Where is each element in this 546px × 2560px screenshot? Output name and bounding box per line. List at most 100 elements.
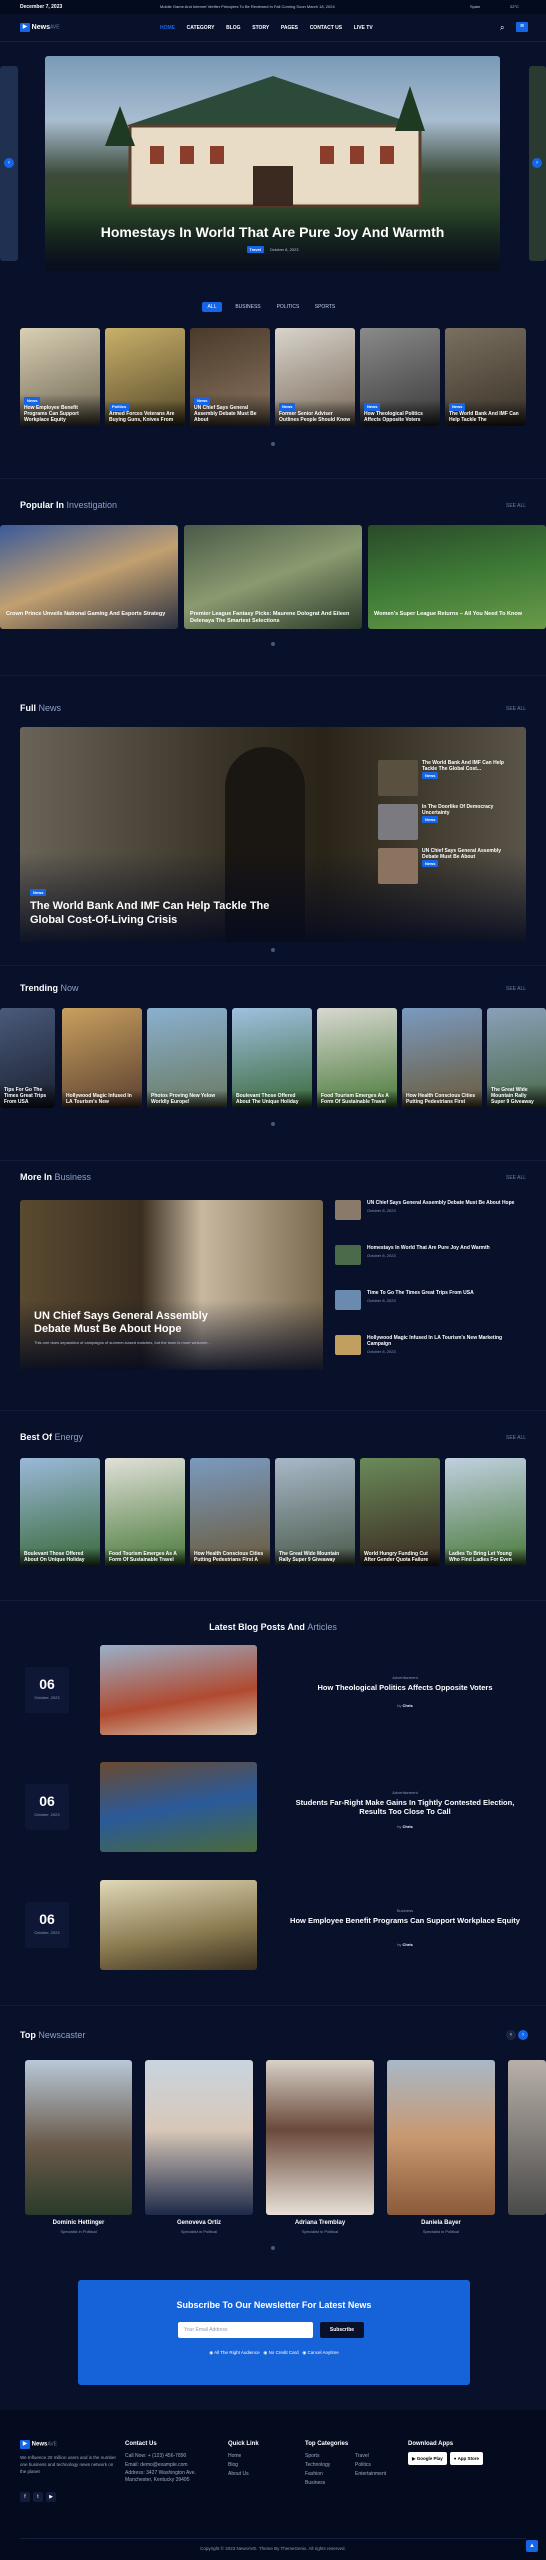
blog-post-title[interactable]: How Theological Politics Affects Opposit… [290, 1683, 520, 1692]
hero-category-badge[interactable]: Travel [246, 246, 265, 253]
google-play-button[interactable]: ▶ Google Play [408, 2452, 447, 2465]
blog-post-2[interactable]: 06 October, 2023 Advertisement Students … [20, 1762, 526, 1862]
news-ticker[interactable]: Mobile Game And Internet Verifier Princi… [160, 4, 335, 9]
card-3[interactable]: News UN Chief Says General Assembly Debat… [190, 328, 270, 426]
footer-link[interactable]: Blog [228, 2461, 259, 2470]
tab-business[interactable]: BUSINESS [230, 302, 266, 312]
card-badge[interactable]: News [364, 403, 381, 411]
card-5[interactable]: News How Theological Politics Affects Opp… [360, 328, 440, 426]
footer-link[interactable]: Politics [355, 2461, 386, 2470]
card-1[interactable]: News How Employee Benefit Programs Can Su… [20, 328, 100, 426]
business-see-all[interactable]: SEE ALL [506, 1175, 526, 1181]
hero-image[interactable]: Homestays In World That Are Pure Joy And… [45, 56, 500, 271]
full-news-headline[interactable]: The World Bank And IMF Can Help Tackle T… [30, 899, 290, 927]
footer-link[interactable]: Sports [305, 2452, 355, 2461]
business-list-item[interactable]: Time To Go The Times Great Trips From US… [335, 1290, 525, 1335]
footer-link[interactable]: Fashion [305, 2470, 355, 2479]
side-badge[interactable]: News [422, 860, 439, 867]
search-icon[interactable]: ⌕ [500, 23, 504, 33]
side-item[interactable]: The World Bank And IMF Can Help Tackle T… [378, 760, 506, 796]
business-list-item[interactable]: UN Chief Says General Assembly Debate Mu… [335, 1200, 525, 1245]
youtube-icon[interactable]: ▶ [46, 2492, 56, 2502]
card-badge[interactable]: Politics [109, 403, 130, 411]
popular-card-3-title[interactable]: Women's Super League Returns – All You N… [374, 611, 534, 618]
energy-see-all[interactable]: SEE ALL [506, 1435, 526, 1441]
card-4[interactable]: News Former Senior Adviser Outlines Peopl… [275, 328, 355, 426]
newscaster-name[interactable]: Dominic Hettinger [25, 2220, 132, 2226]
blog-image[interactable] [100, 1762, 257, 1852]
pager-dot[interactable] [271, 2246, 275, 2250]
tab-all[interactable]: ALL [202, 302, 222, 312]
nav-blog[interactable]: BLOG [226, 25, 240, 31]
blog-post-1[interactable]: 06 October, 2023 Advertisement How Theol… [20, 1645, 526, 1745]
blog-category[interactable]: Advertisement [290, 1790, 520, 1795]
full-news-see-all[interactable]: SEE ALL [506, 706, 526, 712]
business-list-item[interactable]: Hollywood Magic Infused In LA Tourism's … [335, 1335, 525, 1380]
trending-card-2[interactable]: Hollywood Magic Infused In LA Tourism's … [62, 1008, 142, 1108]
newsletter-subscribe-button[interactable]: Subscribe [320, 2322, 364, 2338]
footer-phone[interactable]: Call Now: + (123) 456-7890 [125, 2452, 215, 2461]
trending-card-5[interactable]: Food Tourism Emerges As A Form Of Sustai… [317, 1008, 397, 1108]
popular-see-all[interactable]: SEE ALL [506, 503, 526, 509]
footer-email[interactable]: Email: demo@example.com [125, 2461, 215, 2470]
blog-category[interactable]: Business [290, 1908, 520, 1913]
business-main-image[interactable]: UN Chief Says General Assembly Debate Mu… [20, 1200, 323, 1370]
energy-card-3[interactable]: How Health Conscious Cities Putting Pede… [190, 1458, 270, 1566]
side-badge[interactable]: News [422, 816, 439, 823]
trending-card-4[interactable]: Boulevant Those Offered About The Unique… [232, 1008, 312, 1108]
popular-card-2-title[interactable]: Premier League Fantasy Picks: Maurene Do… [190, 611, 355, 625]
app-store-button[interactable]: ● App Store [449, 2452, 484, 2465]
trending-card-1[interactable]: Tips For Go The Times Great Trips From U… [0, 1008, 55, 1108]
footer-link[interactable]: Travel [355, 2452, 386, 2461]
newscaster-name[interactable]: Genoveva Ortiz [145, 2220, 253, 2226]
logo[interactable]: ▶ NewsAVE [20, 23, 60, 32]
side-item[interactable]: UN Chief Says General Assembly Debate Mu… [378, 848, 506, 884]
side-badge[interactable]: News [422, 772, 439, 779]
menu-icon[interactable]: ≡ [516, 22, 528, 32]
newsletter-email-input[interactable]: Your Email Address [178, 2322, 313, 2338]
business-list-item[interactable]: Homestays In World That Are Pure Joy And… [335, 1245, 525, 1290]
tab-politics[interactable]: POLITICS [272, 302, 304, 312]
newscaster-card-1[interactable] [25, 2060, 132, 2215]
card-badge[interactable]: News [24, 397, 41, 405]
full-news-badge[interactable]: News [30, 889, 47, 896]
trending-card-3[interactable]: Photos Proving New Yelow Worldly Europe! [147, 1008, 227, 1108]
popular-card-1-title[interactable]: Crown Prince Unveils National Gaming And… [6, 611, 166, 618]
footer-link[interactable]: Business [305, 2479, 355, 2488]
pager-dot[interactable] [271, 442, 275, 446]
energy-card-2[interactable]: Food Tourism Emerges As A Form Of Sustai… [105, 1458, 185, 1566]
blog-image[interactable] [100, 1645, 257, 1735]
footer-link[interactable]: Home [228, 2452, 259, 2461]
newscaster-name[interactable]: Daniela Bayer [387, 2220, 495, 2226]
energy-card-5[interactable]: World Hungry Funding Cut After Gender Qu… [360, 1458, 440, 1566]
nav-live-tv[interactable]: LIVE TV [354, 25, 373, 31]
newscaster-next-arrow[interactable]: › [518, 2030, 528, 2040]
nav-contact[interactable]: CONTACT US [310, 25, 342, 31]
trending-card-6[interactable]: How Health Conscious Cities Putting Pede… [402, 1008, 482, 1108]
side-item[interactable]: In The Doorlike Of Democracy Uncertainty… [378, 804, 506, 840]
facebook-icon[interactable]: f [20, 2492, 30, 2502]
newscaster-name[interactable]: Adriana Tremblay [266, 2220, 374, 2226]
scroll-top-button[interactable]: ▲ [526, 2540, 538, 2552]
hero-title[interactable]: Homestays In World That Are Pure Joy And… [45, 224, 500, 240]
pager-dot[interactable] [271, 1122, 275, 1126]
pager-dot[interactable] [271, 948, 275, 952]
nav-story[interactable]: STORY [252, 25, 269, 31]
energy-card-4[interactable]: The Great Wide Mountain Rally Super 9 Gi… [275, 1458, 355, 1566]
blog-author[interactable]: Chris [403, 1824, 413, 1829]
card-2[interactable]: Politics Armed Forces Veterans Are Buying… [105, 328, 185, 426]
newscaster-card-4[interactable] [387, 2060, 495, 2215]
trending-card-7[interactable]: The Great Wide Mountain Rally Super 9 Gi… [487, 1008, 546, 1108]
newscaster-card-5[interactable] [508, 2060, 546, 2215]
energy-card-1[interactable]: Boulevant Those Offered About On Unique … [20, 1458, 100, 1566]
business-headline[interactable]: UN Chief Says General Assembly Debate Mu… [34, 1310, 224, 1336]
blog-post-title[interactable]: Students Far-Right Make Gains In Tightly… [290, 1798, 520, 1816]
trending-see-all[interactable]: SEE ALL [506, 986, 526, 992]
twitter-icon[interactable]: t [33, 2492, 43, 2502]
card-badge[interactable]: News [449, 403, 466, 411]
pager-dot[interactable] [271, 642, 275, 646]
nav-pages[interactable]: PAGES [281, 25, 298, 31]
blog-author[interactable]: Chris [403, 1942, 413, 1947]
nav-category[interactable]: CATEGORY [187, 25, 215, 31]
newscaster-card-3[interactable] [266, 2060, 374, 2215]
